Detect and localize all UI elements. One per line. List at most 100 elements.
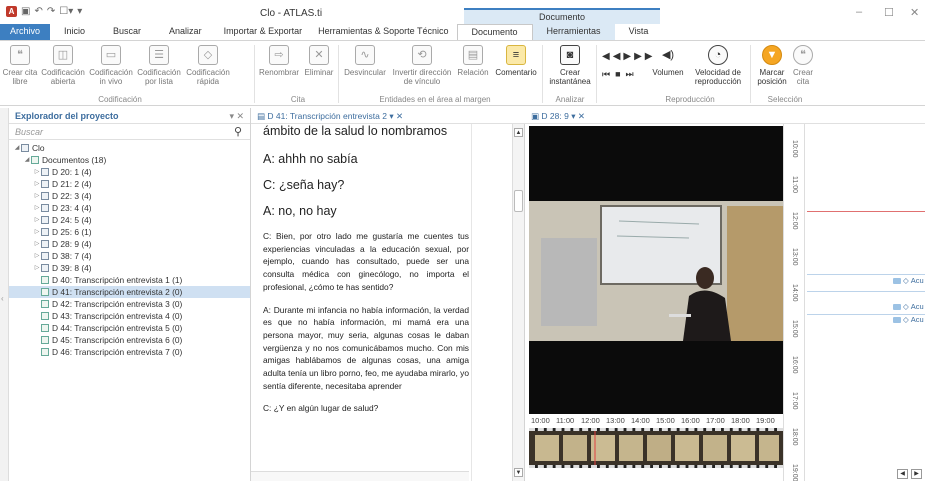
eliminar-button[interactable]: ✕ Eliminar xyxy=(302,45,336,77)
scroll-left-icon[interactable]: ◀ xyxy=(897,469,908,479)
tree-node-document[interactable]: ▷ D 22: 3 (4) xyxy=(9,190,250,202)
tree-node-document[interactable]: D 46: Transcripción entrevista 7 (0) xyxy=(9,346,250,358)
tab-buscar[interactable]: Buscar xyxy=(99,24,155,40)
tree-node-project[interactable]: ◢ Clo xyxy=(9,142,250,154)
video-timeline[interactable]: 10:00 11:00 12:00 13:00 14:00 15:00 16:00 17:00… xyxy=(529,414,783,474)
tree-node-document[interactable]: D 43: Transcripción entrevista 4 (0) xyxy=(9,310,250,322)
codificacion-abierta-button[interactable]: ◫ Codificación abierta xyxy=(40,45,86,86)
collapse-arrow-icon[interactable]: ◢ xyxy=(13,142,21,154)
tree-node-document[interactable]: ▷ D 28: 9 (4) xyxy=(9,238,250,250)
rename-icon: ⇨ xyxy=(269,45,289,65)
time-ruler[interactable]: 10:00 11:00 12:00 13:00 14:00 15:00 16:00 17:00… xyxy=(783,124,805,481)
undo-icon[interactable]: ↶ xyxy=(34,6,42,17)
codificacion-lista-button[interactable]: ☰ Codificación por lista xyxy=(136,45,182,86)
explorer-pane-controls[interactable]: ▾ ✕ xyxy=(229,111,244,122)
save-icon[interactable]: ▣ xyxy=(21,6,30,17)
rewind-icon[interactable]: ◀◀ xyxy=(602,51,623,62)
create-quote-icon: ❝ xyxy=(793,45,813,65)
tab-herramientas-soporte[interactable]: Herramientas & Soporte Técnico xyxy=(310,24,456,40)
tree-node-document[interactable]: ▷ D 24: 5 (4) xyxy=(9,214,250,226)
tab-inicio[interactable]: Inicio xyxy=(50,24,99,40)
expand-arrow-icon[interactable]: ▷ xyxy=(33,250,41,262)
document-hscrollbar[interactable] xyxy=(251,471,469,481)
tree-node-document[interactable]: ▷ D 39: 8 (4) xyxy=(9,262,250,274)
customize-icon[interactable]: ▾ xyxy=(77,6,82,17)
scroll-down-icon[interactable]: ▼ xyxy=(514,468,523,477)
tab-archivo[interactable]: Archivo xyxy=(0,24,51,40)
volumen-button[interactable]: ◀) Volumen xyxy=(648,45,688,77)
tree-node-document[interactable]: D 41: Transcripción entrevista 2 (0) xyxy=(9,286,250,298)
ruler-tick-label: 14:00 xyxy=(791,284,798,302)
scroll-up-icon[interactable]: ▲ xyxy=(514,128,523,137)
tab-analizar[interactable]: Analizar xyxy=(155,24,216,40)
tab-vista[interactable]: Vista xyxy=(615,24,663,40)
tree-node-document[interactable]: ▷ D 21: 2 (4) xyxy=(9,178,250,190)
tree-node-document[interactable]: D 44: Transcripción entrevista 5 (0) xyxy=(9,322,250,334)
tree-node-documents[interactable]: ◢ Documentos (18) xyxy=(9,154,250,166)
quote-label[interactable]: ◇ Acu xyxy=(893,315,924,324)
timeline-tick-label: 19:00 xyxy=(756,416,775,425)
close-button[interactable]: ✕ xyxy=(910,6,919,19)
renombrar-button[interactable]: ⇨ Renombrar xyxy=(258,45,300,77)
maximize-button[interactable]: ☐ xyxy=(884,6,894,19)
collapse-arrow-icon[interactable]: ◢ xyxy=(23,154,31,166)
codes-margin[interactable]: ◇ Acu ◇ Acu ◇ Acu ◀ ▶ xyxy=(807,124,925,481)
tab-documento[interactable]: Documento xyxy=(456,24,533,40)
ribbon-separator xyxy=(542,45,543,103)
marcar-posicion-button[interactable]: ▼ Marcar posición xyxy=(754,45,790,86)
previous-icon[interactable]: ⏮ xyxy=(602,69,615,79)
velocidad-button[interactable]: ◔ Velocidad de reproducción xyxy=(690,45,746,86)
video-tab[interactable]: ▣ D 28: 9 ▾ ✕ xyxy=(525,108,925,124)
tree-node-document[interactable]: D 45: Transcripción entrevista 6 (0) xyxy=(9,334,250,346)
expand-arrow-icon[interactable]: ▷ xyxy=(33,226,41,238)
minimize-button[interactable]: – xyxy=(856,6,862,18)
document-text[interactable]: ámbito de la salud lo nombramos A: ahhh … xyxy=(263,124,469,472)
ribbon-separator xyxy=(254,45,255,103)
document-scrollbar[interactable]: ▲ ▼ xyxy=(512,124,524,481)
tab-dropdown-icon[interactable]: ▾ ✕ xyxy=(571,111,585,121)
margin-area[interactable] xyxy=(471,124,511,481)
quote-label[interactable]: ◇ Acu xyxy=(893,276,924,285)
desvincular-button[interactable]: ∿ Desvincular xyxy=(342,45,388,77)
explorer-search[interactable]: Buscar ⚲ xyxy=(9,124,250,140)
tree-node-document[interactable]: ▷ D 20: 1 (4) xyxy=(9,166,250,178)
scroll-thumb[interactable] xyxy=(514,190,523,212)
document-tab[interactable]: ▤ D 41: Transcripción entrevista 2 ▾ ✕ xyxy=(251,108,525,124)
scroll-right-icon[interactable]: ▶ xyxy=(911,469,922,479)
crear-instantanea-button[interactable]: ◙ Crear instantánea xyxy=(546,45,594,86)
expand-arrow-icon[interactable]: ▷ xyxy=(33,202,41,214)
tree-node-document[interactable]: D 42: Transcripción entrevista 3 (0) xyxy=(9,298,250,310)
next-icon[interactable]: ⏭ xyxy=(626,69,639,79)
text-paragraph: C: Bien, por otro lado me gustaría me cu… xyxy=(263,231,469,292)
comentario-button[interactable]: ≡ Comentario xyxy=(492,45,540,77)
film-strip[interactable] xyxy=(529,428,783,468)
expand-arrow-icon[interactable]: ▷ xyxy=(33,178,41,190)
stop-icon[interactable]: ■ xyxy=(615,69,625,79)
codificacion-rapida-button[interactable]: ◇ Codificación rápida xyxy=(184,45,232,86)
expand-arrow-icon[interactable]: ▷ xyxy=(33,262,41,274)
crear-cita-libre-button[interactable]: ❝ Crear cita libre xyxy=(2,45,38,86)
video-player[interactable] xyxy=(529,126,783,414)
search-input[interactable]: Buscar xyxy=(15,127,43,137)
expand-arrow-icon[interactable]: ▷ xyxy=(33,238,41,250)
tab-herramientas[interactable]: Herramientas xyxy=(532,24,615,40)
tab-importar-exportar[interactable]: Importar & Exportar xyxy=(216,24,311,40)
search-icon[interactable]: ⚲ xyxy=(234,125,242,138)
crear-cita-button[interactable]: ❝ Crear cita xyxy=(790,45,816,86)
quote-label[interactable]: ◇ Acu xyxy=(893,302,924,311)
redo-icon[interactable]: ↷ xyxy=(47,6,55,17)
tree-node-document[interactable]: ▷ D 25: 6 (1) xyxy=(9,226,250,238)
new-icon[interactable]: ☐▾ xyxy=(59,6,73,17)
invertir-direccion-button[interactable]: ⟲ Invertir dirección de vínculo xyxy=(390,45,454,86)
tree-node-document[interactable]: ▷ D 38: 7 (4) xyxy=(9,250,250,262)
tree-node-document[interactable]: ▷ D 23: 4 (4) xyxy=(9,202,250,214)
play-icon[interactable]: ▶ xyxy=(623,51,634,62)
relacion-button[interactable]: ▤ Relación xyxy=(456,45,490,77)
codificacion-invivo-button[interactable]: ▭ Codificación in vivo xyxy=(88,45,134,86)
expand-arrow-icon[interactable]: ▷ xyxy=(33,214,41,226)
expand-arrow-icon[interactable]: ▷ xyxy=(33,190,41,202)
expand-arrow-icon[interactable]: ▷ xyxy=(33,166,41,178)
tab-dropdown-icon[interactable]: ▾ ✕ xyxy=(389,111,403,121)
tree-node-document[interactable]: D 40: Transcripción entrevista 1 (1) xyxy=(9,274,250,286)
side-collapse-tab[interactable]: ‹ xyxy=(0,108,9,481)
